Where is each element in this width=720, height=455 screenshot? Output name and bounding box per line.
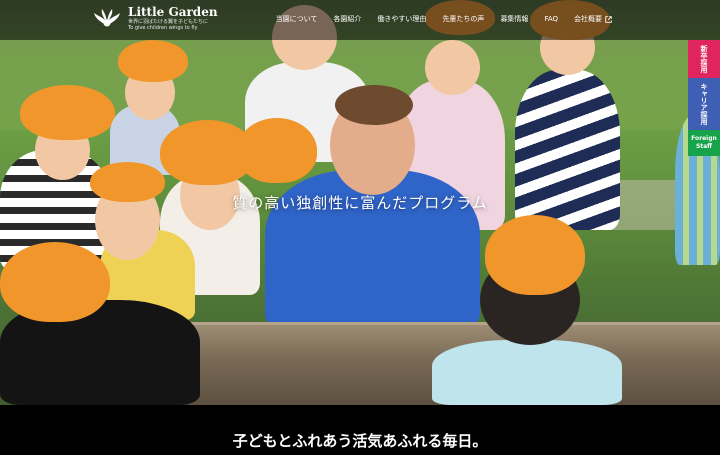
wooden-table [110,322,720,405]
tab-career[interactable]: キャリア採用 [688,78,720,130]
child-hat [237,118,317,183]
nav-reasons[interactable]: 働きやすい理由 [369,14,434,24]
nav-label: FAQ [544,15,558,23]
nav-label: 当園について [275,15,318,23]
tab-label-line1: Foreign [691,135,717,142]
tab-label: キャリア採用 [700,83,708,125]
tab-label: 新卒採用 [700,45,708,73]
hero-photo: 質の高い独創性に富んだプログラム [0,0,720,405]
nav-company[interactable]: 会社概要 [566,14,620,24]
side-recruit-tabs: 新卒採用 キャリア採用 Foreign Staff [688,40,720,156]
nav-label: 会社概要 [574,15,602,23]
hero-caption: 質の高い独創性に富んだプログラム [232,194,488,212]
nav-label: 募集情報 [500,15,529,23]
external-link-icon [605,15,612,23]
nav-about[interactable]: 当園について [268,14,326,24]
child-hat [20,85,115,140]
nav-faq[interactable]: FAQ [536,14,566,24]
nav-label: 働きやすい理由 [377,15,427,23]
logo-text: Little Garden 世界に羽ばたける翼を子どもたちに To give c… [128,5,218,32]
teacher-hair [335,85,413,125]
site-logo[interactable]: Little Garden 世界に羽ばたける翼を子どもたちに To give c… [92,6,218,31]
nav-schools[interactable]: 各園紹介 [325,14,369,24]
logo-title: Little Garden [128,5,218,19]
child-lightblue-shirt [432,340,622,405]
nav-voices[interactable]: 先輩たちの声 [434,14,492,24]
main-nav: 当園について 各園紹介 働きやすい理由 先輩たちの声 募集情報 FAQ 会社概要 [268,14,620,24]
logo-mark-icon [94,8,120,26]
tab-foreign-staff[interactable]: Foreign Staff [688,130,720,156]
nav-label: 先輩たちの声 [442,15,485,23]
nav-label: 各園紹介 [333,15,362,23]
tab-label-line2: Staff [695,143,713,150]
child-hat [485,215,585,295]
site-header: Little Garden 世界に羽ばたける翼を子どもたちに To give c… [0,0,720,40]
child-hat [0,242,110,322]
nav-recruit[interactable]: 募集情報 [492,14,536,24]
tab-new-graduate[interactable]: 新卒採用 [688,40,720,78]
logo-subtitle-en: To give children wings to fly [128,25,198,31]
section-tagline: 子どもとふれあう活気あふれる毎日。 [232,432,488,450]
child-face [425,40,480,95]
child-hat [118,40,188,82]
